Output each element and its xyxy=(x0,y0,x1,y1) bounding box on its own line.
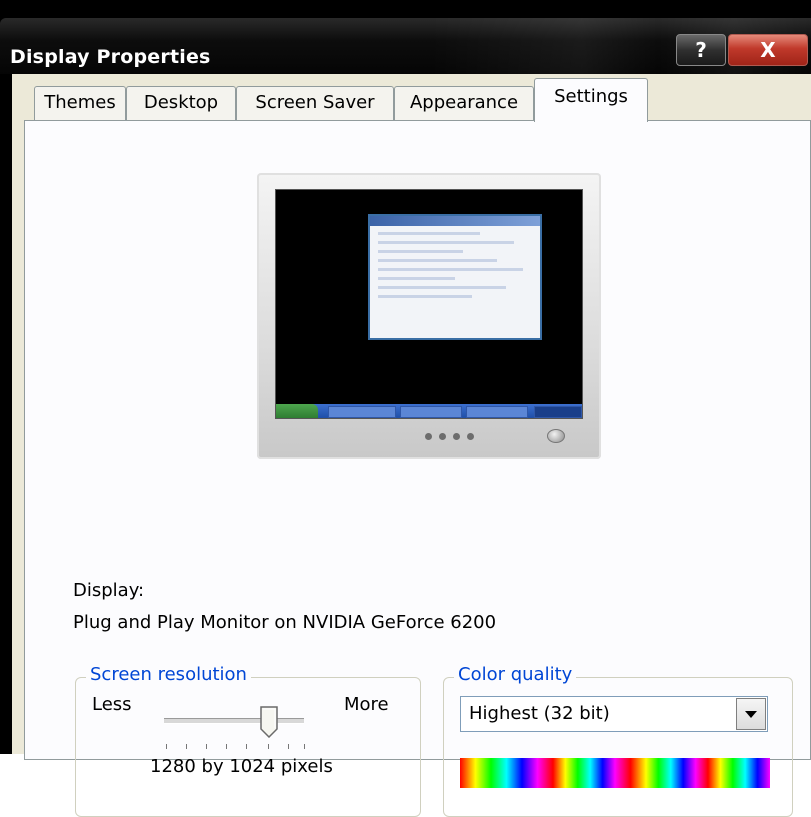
preview-tray xyxy=(534,406,582,418)
display-label: Display: xyxy=(73,580,145,601)
less-label: Less xyxy=(92,694,132,715)
slider-tick xyxy=(226,744,227,749)
resolution-slider-track[interactable] xyxy=(164,718,304,724)
chevron-down-icon xyxy=(745,711,757,718)
preview-taskbar xyxy=(276,404,582,418)
slider-tick xyxy=(186,744,187,749)
color-quality-legend: Color quality xyxy=(454,664,577,685)
slider-tick xyxy=(304,744,305,749)
color-quality-select[interactable]: Highest (32 bit) xyxy=(460,696,768,732)
slider-tick xyxy=(206,744,207,749)
screen-resolution-group: Screen resolution Less More 1280 by 1024… xyxy=(75,664,421,817)
color-quality-group: Color quality Highest (32 bit) xyxy=(443,664,793,817)
tab-settings[interactable]: Settings xyxy=(534,78,648,122)
preview-task xyxy=(328,406,396,418)
slider-tick xyxy=(166,744,167,749)
monitor-screen xyxy=(275,189,583,419)
window-title: Display Properties xyxy=(10,46,211,68)
preview-start-button xyxy=(276,404,318,418)
title-bar[interactable]: Display Properties ? X xyxy=(0,18,811,74)
slider-tick xyxy=(246,744,247,749)
power-button-icon xyxy=(547,429,565,443)
dialog-client-area: Themes Desktop Screen Saver Appearance S… xyxy=(12,74,811,817)
resolution-value: 1280 by 1024 pixels xyxy=(150,756,333,777)
display-device-name: Plug and Play Monitor on NVIDIA GeForce … xyxy=(73,612,497,633)
tab-desktop[interactable]: Desktop xyxy=(126,86,236,120)
more-label: More xyxy=(344,694,389,715)
close-icon[interactable]: X xyxy=(728,34,808,66)
display-properties-window: Display Properties ? X Themes Desktop Sc… xyxy=(0,0,811,817)
help-button[interactable]: ? xyxy=(676,34,726,66)
resolution-slider-thumb[interactable] xyxy=(260,706,278,739)
monitor-preview-icon xyxy=(257,173,601,459)
preview-task xyxy=(466,406,528,418)
tab-screen-saver[interactable]: Screen Saver xyxy=(236,86,394,120)
color-spectrum-bar xyxy=(460,758,770,788)
screen-resolution-legend: Screen resolution xyxy=(86,664,251,685)
color-quality-dropdown-button[interactable] xyxy=(736,698,766,730)
preview-task xyxy=(400,406,462,418)
slider-tick xyxy=(268,744,269,749)
settings-panel: Display: Plug and Play Monitor on NVIDIA… xyxy=(24,120,811,817)
preview-window xyxy=(368,214,542,340)
slider-tick xyxy=(288,744,289,749)
color-quality-value: Highest (32 bit) xyxy=(469,703,610,724)
tab-appearance[interactable]: Appearance xyxy=(394,86,534,120)
tab-themes[interactable]: Themes xyxy=(34,86,126,120)
